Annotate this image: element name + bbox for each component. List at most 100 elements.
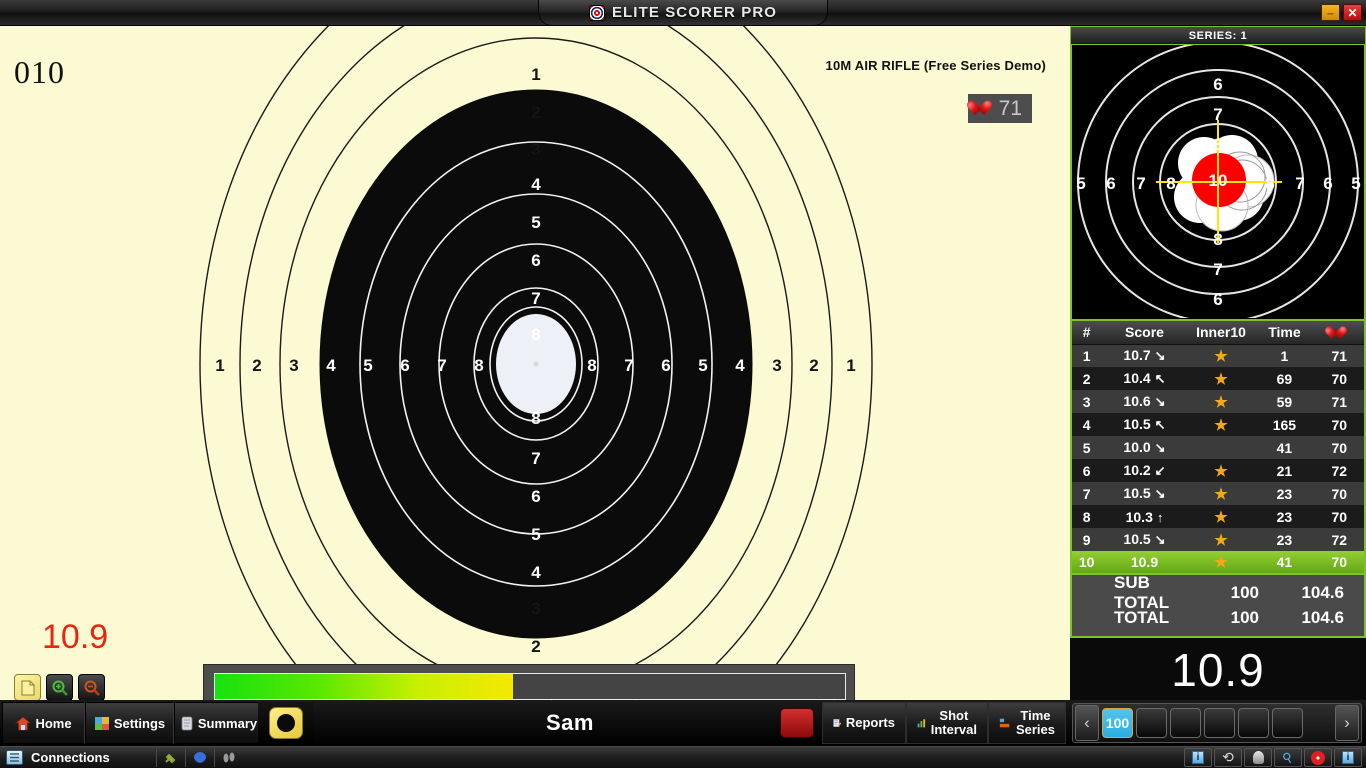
- cell-index: 8: [1071, 505, 1102, 528]
- ring-label-v-8b: 8: [531, 409, 540, 428]
- time-series-button[interactable]: Time Series: [988, 702, 1066, 744]
- table-row[interactable]: 10 10.9 ★ 41 70: [1071, 551, 1365, 574]
- series-ring-8-l: 8: [1166, 174, 1175, 193]
- table-row[interactable]: 2 10.4 ↖ ★ 69 70: [1071, 367, 1365, 390]
- shot-direction-icon: ↙: [1154, 463, 1166, 478]
- cell-score: 10.7 ↘: [1101, 344, 1188, 367]
- reports-label: Reports: [845, 715, 895, 730]
- cell-inner10: [1187, 436, 1255, 459]
- pager-cell-1[interactable]: 100: [1102, 708, 1133, 738]
- cell-heart-rate: 71: [1314, 344, 1365, 367]
- shooter-icon-wrap[interactable]: [258, 702, 314, 744]
- star-icon: ★: [1214, 347, 1228, 365]
- table-row[interactable]: 7 10.5 ↘ ★ 23 70: [1071, 482, 1365, 505]
- pager-cell-3[interactable]: [1170, 708, 1201, 738]
- cell-time: 165: [1254, 413, 1315, 436]
- plug-icon[interactable]: [159, 748, 183, 768]
- note-icon[interactable]: [14, 674, 41, 700]
- ring-label-h-7r: 7: [624, 356, 633, 375]
- series-target-panel[interactable]: 6 7 8 8 7 6 5 6 7 8 8 7 6 5 10: [1070, 44, 1366, 321]
- zoom-in-icon[interactable]: [46, 674, 73, 700]
- series-ring-6-top: 6: [1213, 75, 1222, 94]
- pager-prev-button[interactable]: ‹: [1075, 705, 1099, 741]
- bluetooth-icon[interactable]: [188, 748, 212, 768]
- connections-label[interactable]: Connections: [31, 750, 110, 765]
- shooter-name: Sam: [546, 710, 594, 735]
- pager-cell-4[interactable]: [1204, 708, 1235, 738]
- table-row[interactable]: 9 10.5 ↘ ★ 23 72: [1071, 528, 1365, 551]
- shot-interval-button[interactable]: Shot Interval: [906, 702, 988, 744]
- star-icon: ★: [1214, 462, 1228, 480]
- sidebar-item-home[interactable]: Home: [2, 702, 85, 744]
- info-icon[interactable]: i: [1184, 748, 1212, 767]
- big-score-value: 10.9: [1171, 644, 1265, 696]
- shot-table-header-row: # Score Inner10 Time: [1071, 321, 1365, 345]
- total-row: TOTAL 100 104.6: [1072, 605, 1364, 630]
- info-icon-2[interactable]: i: [1334, 748, 1362, 767]
- cell-score: 10.5 ↘: [1101, 482, 1188, 505]
- cell-score: 10.5 ↘: [1101, 528, 1188, 551]
- user-icon[interactable]: [1244, 748, 1272, 767]
- pager-next-button[interactable]: ›: [1335, 705, 1359, 741]
- pager-cell-6[interactable]: [1272, 708, 1303, 738]
- sub-total-value: 104.6: [1301, 582, 1344, 602]
- zoom-out-icon[interactable]: [78, 674, 105, 700]
- ring-label-h-1: 1: [215, 356, 224, 375]
- table-row[interactable]: 4 10.5 ↖ ★ 165 70: [1071, 413, 1365, 436]
- pager-cell-5[interactable]: [1238, 708, 1269, 738]
- shot-table[interactable]: # Score Inner10 Time 1 10.7 ↘ ★ 1 71 2 10.4 ↖ ★ 69…: [1070, 321, 1366, 575]
- pager-cell-2[interactable]: [1136, 708, 1167, 738]
- target-graphic[interactable]: 1 2 3 4 5 6 7 8 8 7 6 5 4 3 2 1 2 3 4 5 …: [0, 26, 1070, 700]
- table-row[interactable]: 8 10.3 ↑ ★ 23 70: [1071, 505, 1365, 528]
- help-icon[interactable]: [1304, 748, 1332, 767]
- cell-index: 10: [1071, 551, 1102, 574]
- star-icon: ★: [1214, 370, 1228, 388]
- shooter-target-icon[interactable]: [269, 707, 303, 739]
- series-ring-6-r: 6: [1323, 174, 1332, 193]
- shot-direction-icon: ↘: [1154, 532, 1166, 547]
- col-heart-rate: [1314, 321, 1365, 345]
- reports-button[interactable]: Reports: [822, 702, 906, 744]
- ring-label-h-2: 2: [252, 356, 261, 375]
- sidebar-item-settings[interactable]: Settings: [85, 702, 174, 744]
- cell-time: 41: [1254, 436, 1315, 459]
- ring-label-h-6r: 6: [661, 356, 670, 375]
- total-label: TOTAL: [1114, 607, 1170, 627]
- record-button[interactable]: [780, 708, 814, 738]
- series-ring-6-bot: 6: [1213, 290, 1222, 309]
- table-row[interactable]: 6 10.2 ↙ ★ 21 72: [1071, 459, 1365, 482]
- settings-label: Settings: [113, 715, 166, 731]
- ring-label-h-3r: 3: [772, 356, 781, 375]
- close-button[interactable]: ✕: [1343, 4, 1362, 21]
- cell-heart-rate: 70: [1314, 367, 1365, 390]
- title-bar: ELITE SCORER PRO – ✕: [0, 0, 1366, 26]
- col-index: #: [1071, 321, 1102, 345]
- cell-time: 69: [1254, 367, 1315, 390]
- key-icon[interactable]: ⚲: [1274, 748, 1302, 767]
- cell-index: 4: [1071, 413, 1102, 436]
- refresh-icon[interactable]: ⟲: [1214, 748, 1242, 767]
- ring-label-v-7b: 7: [531, 449, 540, 468]
- puzzle-icon: [94, 716, 109, 730]
- main-target-panel[interactable]: 010 10M AIR RIFLE (Free Series Demo) 71 …: [0, 26, 1070, 700]
- sub-total-label: SUB TOTAL: [1114, 572, 1170, 612]
- cell-inner10: ★: [1187, 505, 1255, 528]
- ring-label-h-5r: 5: [698, 356, 707, 375]
- cell-heart-rate: 70: [1314, 482, 1365, 505]
- table-row[interactable]: 3 10.6 ↘ ★ 59 71: [1071, 390, 1365, 413]
- cell-index: 3: [1071, 390, 1102, 413]
- cell-score: 10.9: [1101, 551, 1188, 574]
- list-icon: [6, 750, 23, 765]
- table-row[interactable]: 5 10.0 ↘ 41 70: [1071, 436, 1365, 459]
- minimize-button[interactable]: –: [1321, 4, 1340, 21]
- series-target-graphic[interactable]: 6 7 8 8 7 6 5 6 7 8 8 7 6 5 10: [1072, 45, 1364, 319]
- series-center-label: 10: [1209, 171, 1228, 190]
- footprints-icon[interactable]: [217, 748, 241, 768]
- sidebar-item-summary[interactable]: Summary: [174, 702, 263, 744]
- summary-label: Summary: [197, 715, 258, 731]
- ring-label-v-7: 7: [531, 289, 540, 308]
- shot-direction-icon: ↘: [1154, 394, 1166, 409]
- series-pager[interactable]: ‹ 100 ›: [1072, 703, 1362, 743]
- shot-direction-icon: ↖: [1154, 371, 1166, 386]
- table-row[interactable]: 1 10.7 ↘ ★ 1 71: [1071, 344, 1365, 367]
